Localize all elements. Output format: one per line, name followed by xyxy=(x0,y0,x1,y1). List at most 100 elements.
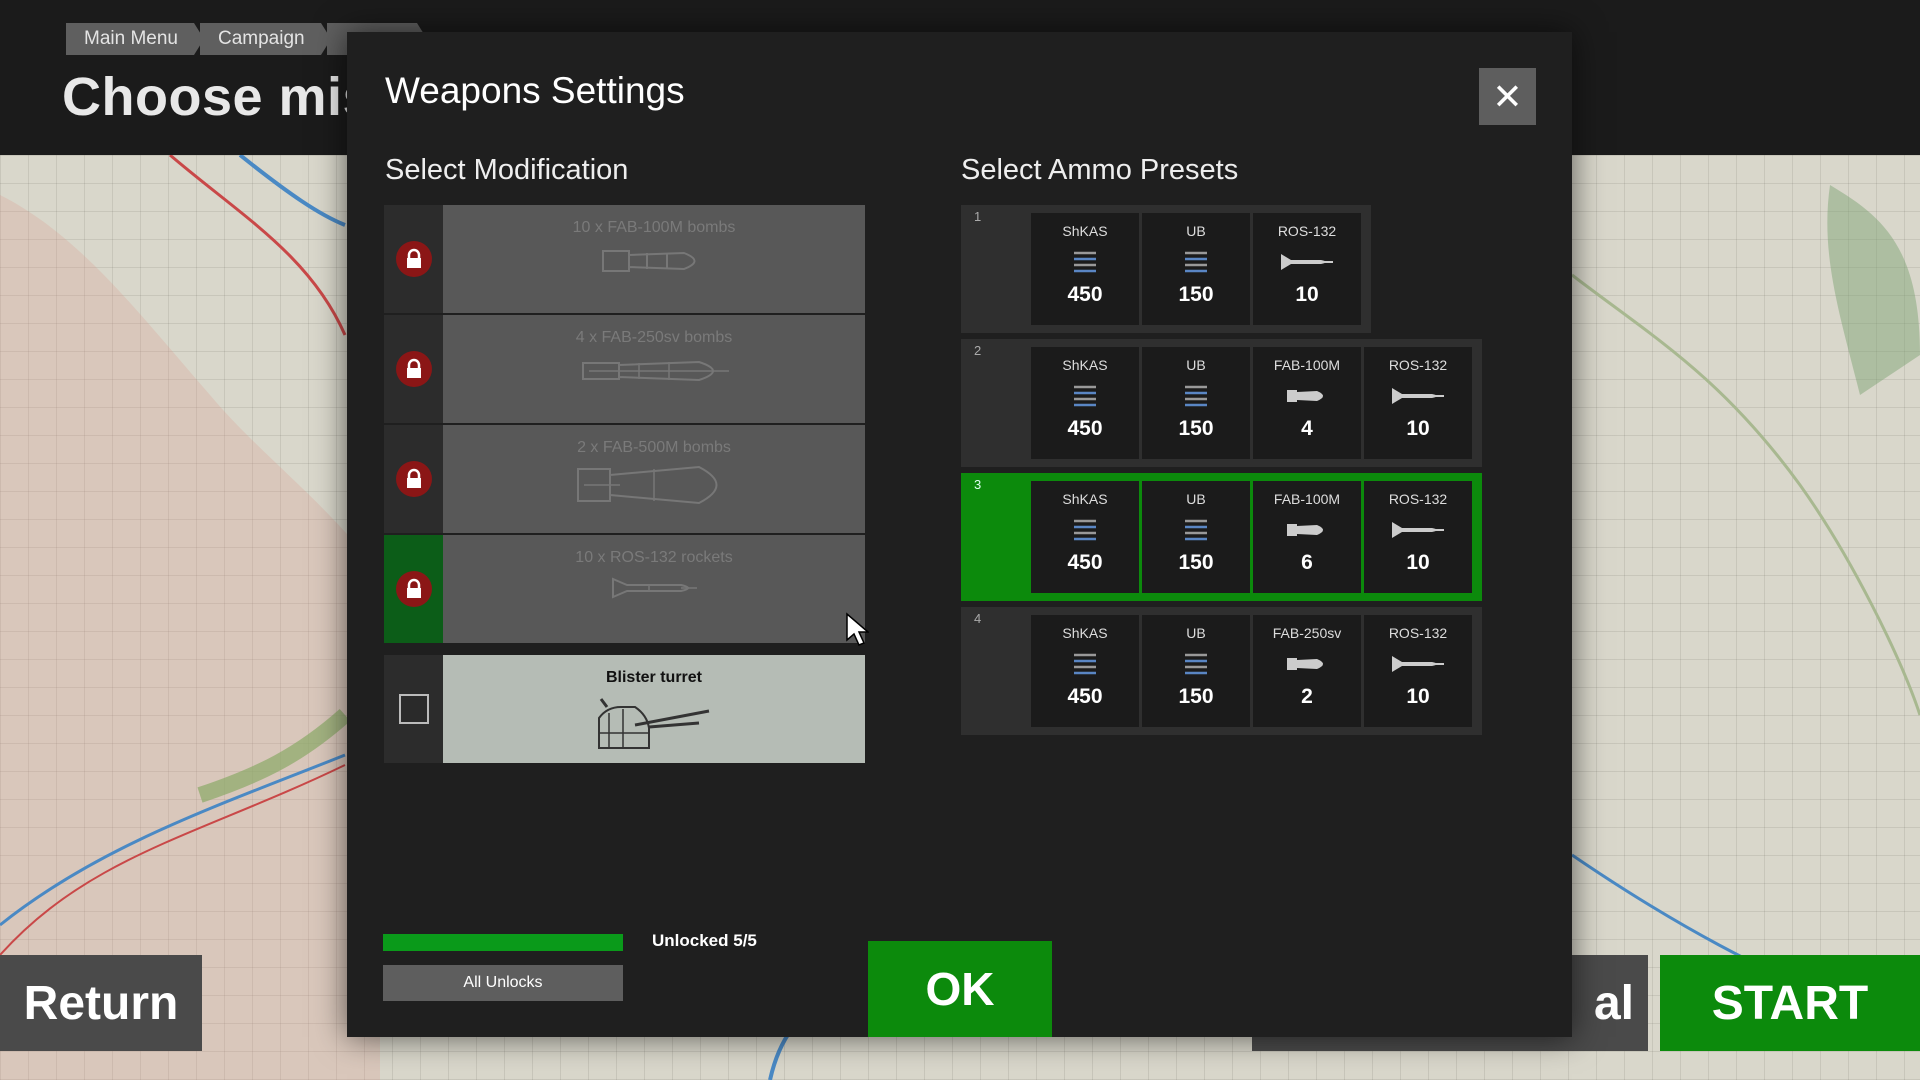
ammo-count: 6 xyxy=(1301,551,1313,574)
modification-label: 4 x FAB-250sv bombs xyxy=(575,329,733,346)
rocket-icon xyxy=(1390,649,1446,679)
lock-slot xyxy=(384,425,443,533)
ammo-count: 450 xyxy=(1067,685,1103,708)
rocket-icon xyxy=(612,577,697,599)
lock-icon xyxy=(395,571,432,607)
ammo-slot: UB 150 xyxy=(1142,481,1250,593)
ammo-slot: ShKAS 450 xyxy=(1031,481,1139,593)
modification-card[interactable]: Blister turret xyxy=(443,655,865,763)
turret-icon xyxy=(598,698,710,749)
ammo-name: ROS-132 xyxy=(1277,223,1337,239)
modification-list: 10 x FAB-100M bombs 4 x FAB-250sv bombs xyxy=(384,205,865,765)
bomb-icon xyxy=(582,360,729,382)
ammo-count: 10 xyxy=(1295,283,1319,306)
start-button[interactable]: START xyxy=(1660,955,1920,1051)
bullets-icon xyxy=(1072,247,1098,277)
ammo-count: 450 xyxy=(1067,283,1103,306)
modification-item[interactable]: 10 x FAB-100M bombs xyxy=(384,205,865,313)
bullets-icon xyxy=(1072,381,1098,411)
bomb-icon xyxy=(1285,515,1329,545)
lock-slot xyxy=(384,535,443,643)
ammo-name: ROS-132 xyxy=(1388,625,1448,641)
ammo-slot: ROS-132 10 xyxy=(1364,615,1472,727)
return-button[interactable]: Return xyxy=(0,955,202,1051)
bomb-icon xyxy=(602,250,696,272)
unlock-progress-bar xyxy=(383,934,623,951)
ammo-slot: FAB-100M 4 xyxy=(1253,347,1361,459)
modification-label: 10 x ROS-132 rockets xyxy=(575,549,733,566)
ammo-preset[interactable]: 1 ShKAS 450 UB 150 ROS-132 10 xyxy=(961,205,1371,333)
ammo-slot: ROS-132 10 xyxy=(1364,481,1472,593)
ammo-name: ShKAS xyxy=(1062,223,1108,239)
ammo-preset[interactable]: 4 ShKAS 450 UB 150 FAB-250sv 2 ROS-132 10 xyxy=(961,607,1482,735)
ammo-name: FAB-250sv xyxy=(1272,625,1342,641)
ammo-slot: UB 150 xyxy=(1142,347,1250,459)
ammo-slot: ShKAS 450 xyxy=(1031,213,1139,325)
ammo-name: UB xyxy=(1186,357,1206,373)
presets-title: Select Ammo Presets xyxy=(961,154,1239,186)
ammo-slot: ShKAS 450 xyxy=(1031,347,1139,459)
ammo-slot: FAB-250sv 2 xyxy=(1253,615,1361,727)
weapons-settings-dialog: Weapons Settings ✕ Select Modification S… xyxy=(347,32,1572,1037)
ammo-count: 450 xyxy=(1067,551,1103,574)
breadcrumb-campaign[interactable]: Campaign xyxy=(200,23,331,55)
bullets-icon xyxy=(1183,649,1209,679)
ammo-name: ROS-132 xyxy=(1388,357,1448,373)
ammo-count: 150 xyxy=(1178,417,1214,440)
ammo-name: ShKAS xyxy=(1062,625,1108,641)
ammo-count: 4 xyxy=(1301,417,1313,440)
modification-item[interactable]: 4 x FAB-250sv bombs xyxy=(384,315,865,423)
modification-label: 10 x FAB-100M bombs xyxy=(572,219,736,236)
ammo-count: 150 xyxy=(1178,551,1214,574)
modification-item[interactable]: 10 x ROS-132 rockets xyxy=(384,535,865,643)
ammo-preset-list: 1 ShKAS 450 UB 150 ROS-132 10 2 ShKAS 450 UB 150 FAB… xyxy=(961,205,1482,741)
bomb-icon xyxy=(1285,649,1329,679)
ammo-name: UB xyxy=(1186,223,1206,239)
preset-number: 1 xyxy=(974,209,982,224)
ammo-slot: ROS-132 10 xyxy=(1364,347,1472,459)
ammo-count: 150 xyxy=(1178,283,1214,306)
ammo-slot: UB 150 xyxy=(1142,615,1250,727)
ammo-count: 2 xyxy=(1301,685,1313,708)
ammo-count: 450 xyxy=(1067,417,1103,440)
all-unlocks-button[interactable]: All Unlocks xyxy=(383,965,623,1001)
lock-icon xyxy=(395,461,432,497)
ammo-name: ROS-132 xyxy=(1388,491,1448,507)
ammo-name: ShKAS xyxy=(1062,357,1108,373)
modification-item[interactable]: 2 x FAB-500M bombs xyxy=(384,425,865,533)
ammo-preset-selected[interactable]: 3 ShKAS 450 UB 150 FAB-100M 6 ROS-132 10 xyxy=(961,473,1482,601)
ammo-slot: ShKAS 450 xyxy=(1031,615,1139,727)
preset-number: 3 xyxy=(974,477,982,492)
rocket-icon xyxy=(1390,515,1446,545)
ammo-count: 150 xyxy=(1178,685,1214,708)
modification-card[interactable]: 2 x FAB-500M bombs xyxy=(443,425,865,533)
lock-slot xyxy=(384,205,443,313)
mouse-cursor-icon xyxy=(846,612,869,646)
lock-icon xyxy=(395,241,432,277)
modification-card[interactable]: 10 x ROS-132 rockets xyxy=(443,535,865,643)
bullets-icon xyxy=(1183,247,1209,277)
rocket-icon xyxy=(1279,247,1335,277)
ammo-slot: ROS-132 10 xyxy=(1253,213,1361,325)
ammo-slot: FAB-100M 6 xyxy=(1253,481,1361,593)
checkbox[interactable] xyxy=(398,694,429,724)
close-icon: ✕ xyxy=(1492,75,1523,117)
breadcrumb-main-menu[interactable]: Main Menu xyxy=(66,23,204,55)
checkbox-slot[interactable] xyxy=(384,655,443,763)
bomb-icon xyxy=(577,465,718,505)
lock-icon xyxy=(395,351,432,387)
modification-label: Blister turret xyxy=(605,669,703,686)
modifications-title: Select Modification xyxy=(385,154,629,186)
preset-number: 2 xyxy=(974,343,982,358)
modification-item-selected[interactable]: Blister turret xyxy=(384,655,865,763)
unlock-progress-text: Unlocked 5/5 xyxy=(652,931,757,950)
bullets-icon xyxy=(1183,515,1209,545)
preset-number: 4 xyxy=(974,611,982,626)
ok-button[interactable]: OK xyxy=(868,941,1052,1037)
close-button[interactable]: ✕ xyxy=(1479,68,1536,125)
modification-card[interactable]: 10 x FAB-100M bombs xyxy=(443,205,865,313)
bullets-icon xyxy=(1183,381,1209,411)
bullets-icon xyxy=(1072,515,1098,545)
modification-card[interactable]: 4 x FAB-250sv bombs xyxy=(443,315,865,423)
ammo-preset[interactable]: 2 ShKAS 450 UB 150 FAB-100M 4 ROS-132 10 xyxy=(961,339,1482,467)
